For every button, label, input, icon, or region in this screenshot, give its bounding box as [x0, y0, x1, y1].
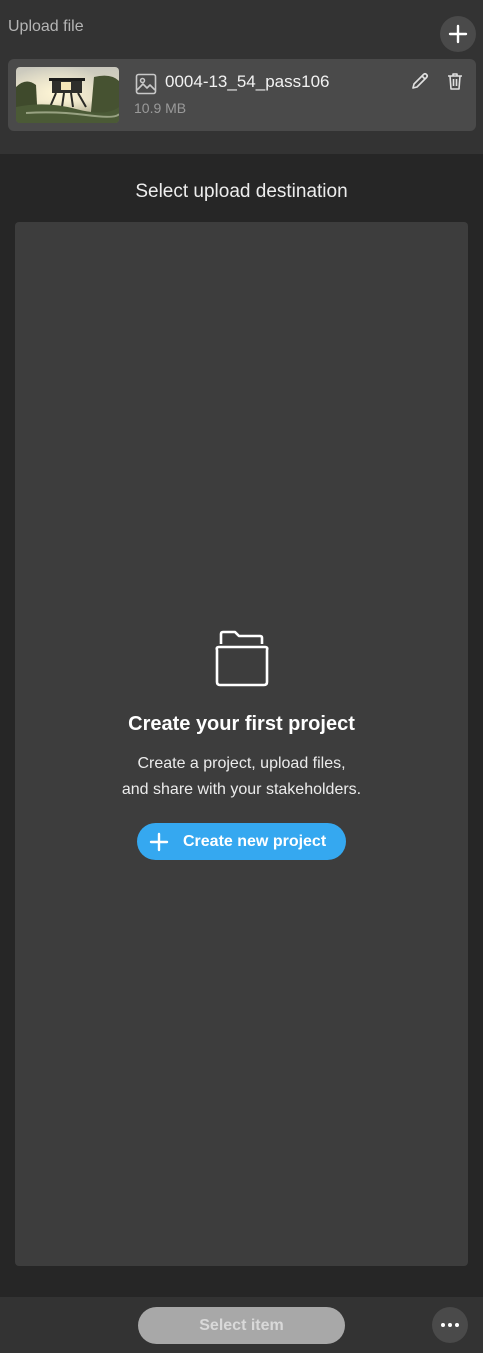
select-item-button[interactable]: Select item	[138, 1307, 345, 1344]
empty-state-title: Create your first project	[128, 713, 355, 735]
empty-state-description-line-2: and share with your stakeholders.	[121, 781, 362, 798]
upload-file-section: Upload file 0004-13_54_pass106 10.9 MB	[0, 0, 483, 154]
create-new-project-button[interactable]: Create new project	[137, 823, 346, 860]
more-options-button[interactable]	[432, 1307, 468, 1343]
empty-state-description: Create a project, upload files, and shar…	[15, 751, 468, 803]
upload-file-title: Upload file	[8, 18, 84, 35]
empty-state-description-line-1: Create a project, upload files,	[137, 755, 346, 772]
plus-icon	[149, 832, 169, 851]
add-file-button[interactable]	[440, 16, 476, 52]
bottom-bar: Select item	[0, 1297, 483, 1353]
more-icon	[441, 1323, 459, 1327]
plus-icon	[448, 24, 468, 44]
file-thumbnail	[16, 67, 119, 123]
folder-open-icon	[215, 630, 269, 687]
pencil-icon[interactable]	[410, 71, 430, 91]
trash-icon[interactable]	[445, 71, 465, 91]
file-size: 10.9 MB	[134, 100, 187, 116]
destination-panel: Create your first project Create a proje…	[15, 222, 468, 1266]
file-card[interactable]: 0004-13_54_pass106 10.9 MB	[8, 59, 476, 131]
file-name: 0004-13_54_pass106	[165, 72, 330, 91]
destination-title: Select upload destination	[135, 181, 348, 202]
create-new-project-label: Create new project	[183, 832, 327, 850]
image-icon	[135, 73, 157, 95]
